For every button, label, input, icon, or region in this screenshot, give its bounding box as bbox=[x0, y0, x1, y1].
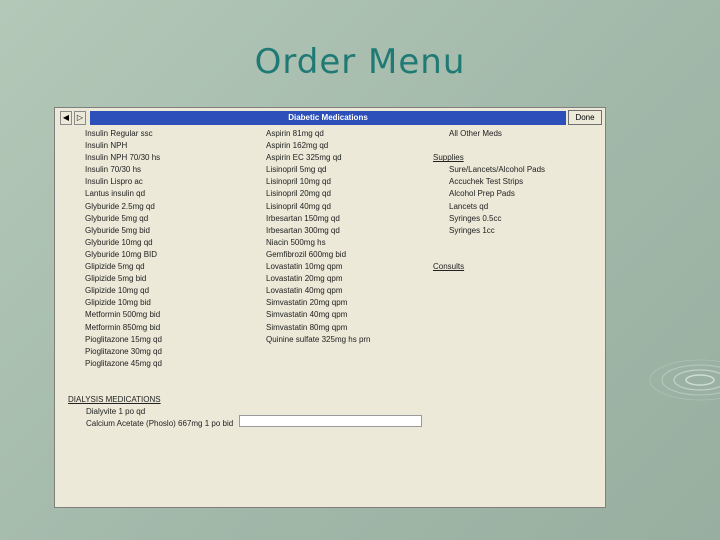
other-orders-list: All Other Meds Supplies Sure/Lancets/Alc… bbox=[433, 128, 545, 273]
medication-item[interactable]: Lisinopril 5mg qd bbox=[266, 164, 371, 176]
slide-title: Order Menu bbox=[254, 42, 466, 82]
medication-item[interactable]: Pioglitazone 30mg qd bbox=[85, 346, 162, 358]
medication-item[interactable]: Lisinopril 20mg qd bbox=[266, 188, 371, 200]
medication-item[interactable]: Simvastatin 20mg qpm bbox=[266, 297, 371, 309]
prev-page-button[interactable]: ◀ bbox=[60, 111, 72, 125]
supply-item[interactable]: Syringes 1cc bbox=[433, 225, 545, 237]
medication-item[interactable]: Insulin Regular ssc bbox=[85, 128, 162, 140]
supply-item[interactable]: Syringes 0.5cc bbox=[433, 213, 545, 225]
medication-item[interactable]: Lantus insulin qd bbox=[85, 188, 162, 200]
medication-item[interactable]: Glipizide 10mg bid bbox=[85, 297, 162, 309]
medication-item[interactable]: Lisinopril 10mg qd bbox=[266, 176, 371, 188]
medication-item[interactable]: Irbesartan 300mg qd bbox=[266, 225, 371, 237]
medication-item[interactable]: Metformin 500mg bid bbox=[85, 309, 162, 321]
medication-item[interactable]: Niacin 500mg hs bbox=[266, 237, 371, 249]
supply-item[interactable]: Lancets qd bbox=[433, 201, 545, 213]
water-ripple-decoration bbox=[649, 359, 720, 401]
medication-item[interactable]: Insulin NPH bbox=[85, 140, 162, 152]
medication-item[interactable]: Glyburide 10mg qd bbox=[85, 237, 162, 249]
medication-item[interactable]: Aspirin 162mg qd bbox=[266, 140, 371, 152]
medication-item[interactable]: Glyburide 2.5mg qd bbox=[85, 201, 162, 213]
medication-item[interactable]: Irbesartan 150mg qd bbox=[266, 213, 371, 225]
medication-item[interactable]: Lovastatin 40mg qpm bbox=[266, 285, 371, 297]
medication-item[interactable]: Glipizide 5mg qd bbox=[85, 261, 162, 273]
medication-item[interactable]: Insulin 70/30 hs bbox=[85, 164, 162, 176]
cardio-medication-list: Aspirin 81mg qd Aspirin 162mg qd Aspirin… bbox=[266, 128, 371, 346]
medication-item[interactable]: Metformin 850mg bid bbox=[85, 322, 162, 334]
consults-link[interactable]: Consults bbox=[433, 261, 545, 273]
left-arrow-icon: ◀ bbox=[62, 113, 70, 122]
medication-item[interactable]: Glipizide 10mg qd bbox=[85, 285, 162, 297]
medication-item[interactable]: Aspirin 81mg qd bbox=[266, 128, 371, 140]
medication-item[interactable]: Gemfibrozil 600mg bid bbox=[266, 249, 371, 261]
dialysis-header: DIALYSIS MEDICATIONS bbox=[68, 395, 161, 404]
next-page-button[interactable]: ▷ bbox=[74, 111, 86, 125]
medication-item[interactable]: Glyburide 5mg qd bbox=[85, 213, 162, 225]
free-text-field[interactable] bbox=[239, 415, 422, 427]
medication-item[interactable]: Glyburide 10mg BID bbox=[85, 249, 162, 261]
right-arrow-icon: ▷ bbox=[76, 113, 84, 122]
diabetic-medication-list: Insulin Regular ssc Insulin NPH Insulin … bbox=[85, 128, 162, 370]
medication-item[interactable]: Lovastatin 10mg qpm bbox=[266, 261, 371, 273]
supply-item[interactable]: Sure/Lancets/Alcohol Pads bbox=[433, 164, 545, 176]
medication-item[interactable]: Lovastatin 20mg qpm bbox=[266, 273, 371, 285]
supply-item[interactable]: Accuchek Test Strips bbox=[433, 176, 545, 188]
all-other-meds-link[interactable]: All Other Meds bbox=[433, 128, 545, 140]
medication-item[interactable]: Aspirin EC 325mg qd bbox=[266, 152, 371, 164]
medication-item[interactable]: Glyburide 5mg bid bbox=[85, 225, 162, 237]
window-title: Diabetic Medications bbox=[90, 111, 566, 125]
supply-item[interactable]: Alcohol Prep Pads bbox=[433, 188, 545, 200]
medication-item[interactable]: Pioglitazone 45mg qd bbox=[85, 358, 162, 370]
window-titlebar: ◀ ▷ Diabetic Medications Done bbox=[56, 110, 604, 127]
medication-item[interactable]: Glipizide 5mg bid bbox=[85, 273, 162, 285]
medication-item[interactable]: Lisinopril 40mg qd bbox=[266, 201, 371, 213]
diabetic-medications-window: ◀ ▷ Diabetic Medications Done Insulin Re… bbox=[54, 107, 606, 508]
medication-item[interactable]: Calcium Acetate (Phoslo) 667mg 1 po bid bbox=[68, 418, 233, 430]
medication-item[interactable]: Quinine sulfate 325mg hs prn bbox=[266, 334, 371, 346]
medication-item[interactable]: Pioglitazone 15mg qd bbox=[85, 334, 162, 346]
medication-item[interactable]: Dialyvite 1 po qd bbox=[68, 406, 233, 418]
done-button[interactable]: Done bbox=[568, 110, 602, 125]
medication-item[interactable]: Insulin Lispro ac bbox=[85, 176, 162, 188]
supplies-header: Supplies bbox=[433, 153, 464, 163]
dialysis-medications-section: DIALYSIS MEDICATIONS Dialyvite 1 po qd C… bbox=[68, 394, 233, 430]
medication-item[interactable]: Simvastatin 40mg qpm bbox=[266, 309, 371, 321]
medication-item[interactable]: Insulin NPH 70/30 hs bbox=[85, 152, 162, 164]
medication-item[interactable]: Simvastatin 80mg qpm bbox=[266, 322, 371, 334]
